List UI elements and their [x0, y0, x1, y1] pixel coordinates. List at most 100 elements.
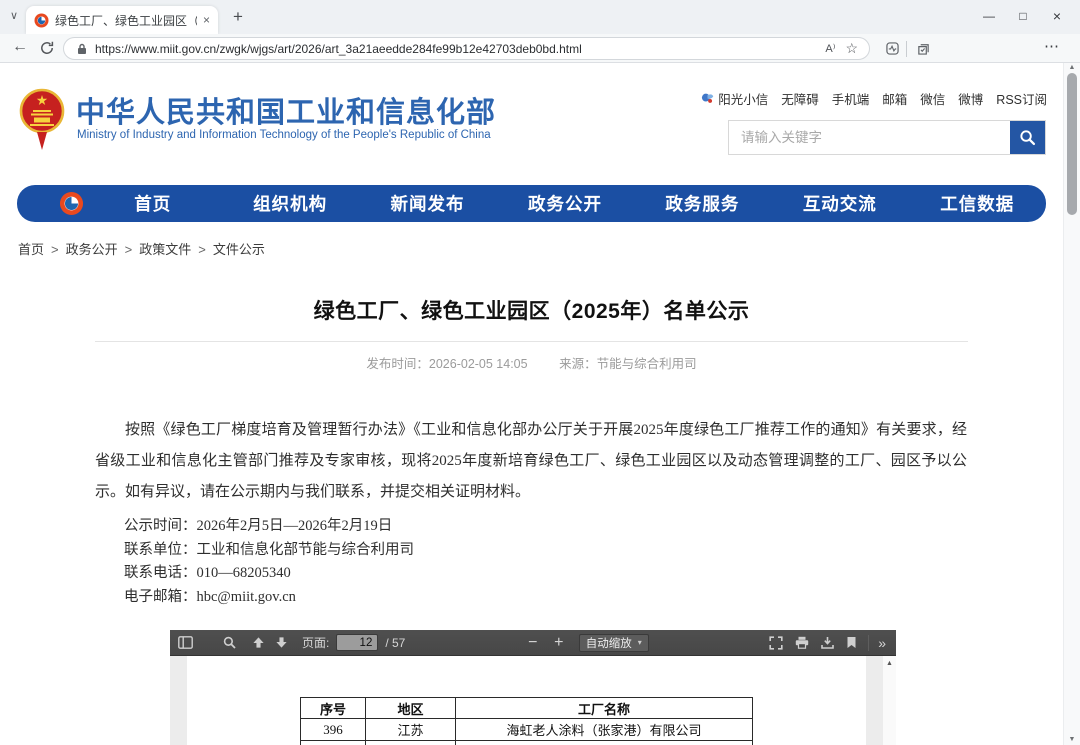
link-accessibility[interactable]: 无障碍 [781, 89, 819, 108]
settings-more-icon[interactable]: ⋯ [1044, 37, 1059, 55]
site-search [728, 120, 1046, 155]
pdf-more-tools-icon[interactable]: » [878, 635, 886, 651]
site-subtitle: Ministry of Industry and Information Tec… [77, 129, 491, 141]
col-serial: 序号 [301, 698, 366, 719]
collections-icon[interactable] [917, 42, 930, 60]
presentation-mode-icon[interactable] [769, 636, 783, 650]
nav-item-news[interactable]: 新闻发布 [359, 191, 496, 216]
breadcrumb-doc-publicity[interactable]: 文件公示 [213, 242, 265, 257]
window-close-button[interactable]: × [1040, 5, 1074, 27]
pdf-viewer: 页面: / 57 − + 自动缩放 ▾ [170, 630, 896, 745]
refresh-icon[interactable] [40, 41, 54, 60]
article-title: 绿色工厂、绿色工业园区（2025年）名单公示 [0, 295, 1063, 325]
site-title: 中华人民共和国工业和信息化部 [76, 89, 496, 131]
page-number-input[interactable] [336, 634, 378, 651]
url-text[interactable]: https://www.miit.gov.cn/zwgk/wjgs/art/20… [95, 42, 821, 56]
col-factory-name: 工厂名称 [456, 698, 753, 719]
browser-toolbar: ← https://www.miit.gov.cn/zwgk/wjgs/art/… [0, 34, 1080, 63]
link-weibo[interactable]: 微博 [958, 89, 983, 108]
tab-close-icon[interactable]: × [203, 13, 210, 27]
table-row-partial [301, 741, 753, 745]
page-up-icon[interactable] [252, 636, 265, 649]
national-emblem-icon [18, 87, 66, 156]
page-label: 页面: [302, 634, 329, 651]
article-source: 来源：节能与综合利用司 [559, 357, 697, 371]
search-icon [1019, 129, 1036, 146]
breadcrumb: 首页>政务公开>政策文件>文件公示 [18, 239, 265, 258]
maximize-button[interactable]: □ [1006, 5, 1040, 27]
contact-unit: 联系单位：工业和信息化部节能与综合利用司 [95, 539, 967, 563]
article-info-lines: 公示时间：2026年2月5日—2026年2月19日 联系单位：工业和信息化部节能… [95, 515, 967, 609]
nav-item-home[interactable]: 首页 [84, 191, 221, 216]
article-meta: 发布时间：2026-02-05 14:05 来源：节能与综合利用司 [0, 353, 1063, 372]
favorite-star-icon[interactable]: ☆ [845, 40, 858, 57]
browser-window: ∨ 绿色工厂、绿色工业园区（2025 × + — □ × ← https://w… [0, 0, 1080, 745]
minimize-button[interactable]: — [972, 5, 1006, 27]
pdf-content-area: 序号 地区 工厂名称 396 江苏 海虹老人涂料（张家港）有限公司 [170, 656, 896, 745]
publish-time: 发布时间：2026-02-05 14:05 [366, 357, 527, 371]
window-controls: — □ × [972, 5, 1074, 27]
zoom-select[interactable]: 自动缩放 ▾ [579, 634, 649, 652]
pdf-table: 序号 地区 工厂名称 396 江苏 海虹老人涂料（张家港）有限公司 [300, 697, 753, 745]
pdf-scroll-up-icon[interactable]: ▲ [883, 660, 896, 667]
zoom-out-icon[interactable]: − [526, 634, 540, 652]
table-row: 396 江苏 海虹老人涂料（张家港）有限公司 [301, 719, 753, 741]
link-mobile[interactable]: 手机端 [832, 89, 870, 108]
download-icon[interactable] [821, 636, 834, 649]
miit-favicon-icon [34, 13, 49, 28]
print-icon[interactable] [795, 636, 809, 649]
col-region: 地区 [366, 698, 456, 719]
page-scrollbar[interactable]: ▲ ▼ [1063, 63, 1080, 745]
nav-item-interaction[interactable]: 互动交流 [771, 191, 908, 216]
publicity-period: 公示时间：2026年2月5日—2026年2月19日 [95, 515, 967, 539]
tab-list-chevron-icon[interactable]: ∨ [10, 9, 18, 22]
sidebar-toggle-icon[interactable] [178, 636, 193, 649]
pdf-page: 序号 地区 工厂名称 396 江苏 海虹老人涂料（张家港）有限公司 [187, 656, 866, 745]
top-utility-links: 阳光小信 无障碍 手机端 邮箱 微信 微博 RSS订阅 [701, 89, 1047, 108]
lock-icon[interactable] [77, 43, 87, 55]
nav-item-gov-services[interactable]: 政务服务 [634, 191, 771, 216]
scrollbar-thumb[interactable] [1067, 73, 1077, 215]
read-aloud-icon[interactable]: A⁾ [825, 42, 835, 55]
title-divider [95, 341, 968, 342]
nav-item-data[interactable]: 工信数据 [909, 191, 1046, 216]
nav-item-organization[interactable]: 组织机构 [221, 191, 358, 216]
breadcrumb-gov-affairs[interactable]: 政务公开 [66, 242, 118, 257]
back-button[interactable]: ← [12, 38, 28, 56]
table-header-row: 序号 地区 工厂名称 [301, 698, 753, 719]
tab-title: 绿色工厂、绿色工业园区（2025 [55, 12, 197, 29]
sunshine-assistant-icon [701, 92, 714, 105]
main-nav: 首页 组织机构 新闻发布 政务公开 政务服务 互动交流 工信数据 [17, 185, 1046, 222]
page-total: / 57 [385, 636, 405, 650]
breadcrumb-home[interactable]: 首页 [18, 242, 44, 257]
link-mail[interactable]: 邮箱 [882, 89, 907, 108]
toolbar-divider [906, 41, 907, 57]
contact-phone: 联系电话：010—68205340 [95, 562, 967, 586]
breadcrumb-policy-docs[interactable]: 政策文件 [139, 242, 191, 257]
page-content: 中华人民共和国工业和信息化部 Ministry of Industry and … [0, 63, 1063, 745]
browser-essentials-icon[interactable] [886, 42, 899, 60]
address-bar[interactable]: https://www.miit.gov.cn/zwgk/wjgs/art/20… [63, 37, 870, 60]
miit-logo-icon[interactable] [59, 191, 84, 216]
page-down-icon[interactable] [275, 636, 288, 649]
search-button[interactable] [1010, 121, 1045, 154]
article-paragraph: 按照《绿色工厂梯度培育及管理暂行办法》《工业和信息化部办公厅关于开展2025年度… [95, 415, 967, 508]
new-tab-button[interactable]: + [233, 7, 243, 27]
scroll-down-icon[interactable]: ▼ [1064, 736, 1080, 743]
search-input[interactable] [729, 121, 1011, 154]
browser-tab[interactable]: 绿色工厂、绿色工业园区（2025 × [26, 6, 218, 34]
link-sunshine-assistant[interactable]: 阳光小信 [701, 89, 768, 108]
pdf-scrollbar[interactable]: ▲ [883, 656, 896, 745]
bookmark-icon[interactable] [846, 636, 857, 649]
contact-email: 电子邮箱：hbc@miit.gov.cn [95, 586, 967, 610]
zoom-in-icon[interactable]: + [552, 634, 566, 652]
pdf-find-icon[interactable] [223, 636, 236, 649]
scroll-up-icon[interactable]: ▲ [1064, 64, 1080, 71]
nav-items: 首页 组织机构 新闻发布 政务公开 政务服务 互动交流 工信数据 [84, 191, 1046, 216]
pdf-toolbar: 页面: / 57 − + 自动缩放 ▾ [170, 630, 896, 656]
chevron-down-icon: ▾ [638, 638, 642, 647]
link-rss[interactable]: RSS订阅 [996, 89, 1047, 108]
link-wechat[interactable]: 微信 [920, 89, 945, 108]
nav-item-gov-affairs[interactable]: 政务公开 [496, 191, 633, 216]
tab-strip: ∨ 绿色工厂、绿色工业园区（2025 × + — □ × [0, 0, 1080, 34]
